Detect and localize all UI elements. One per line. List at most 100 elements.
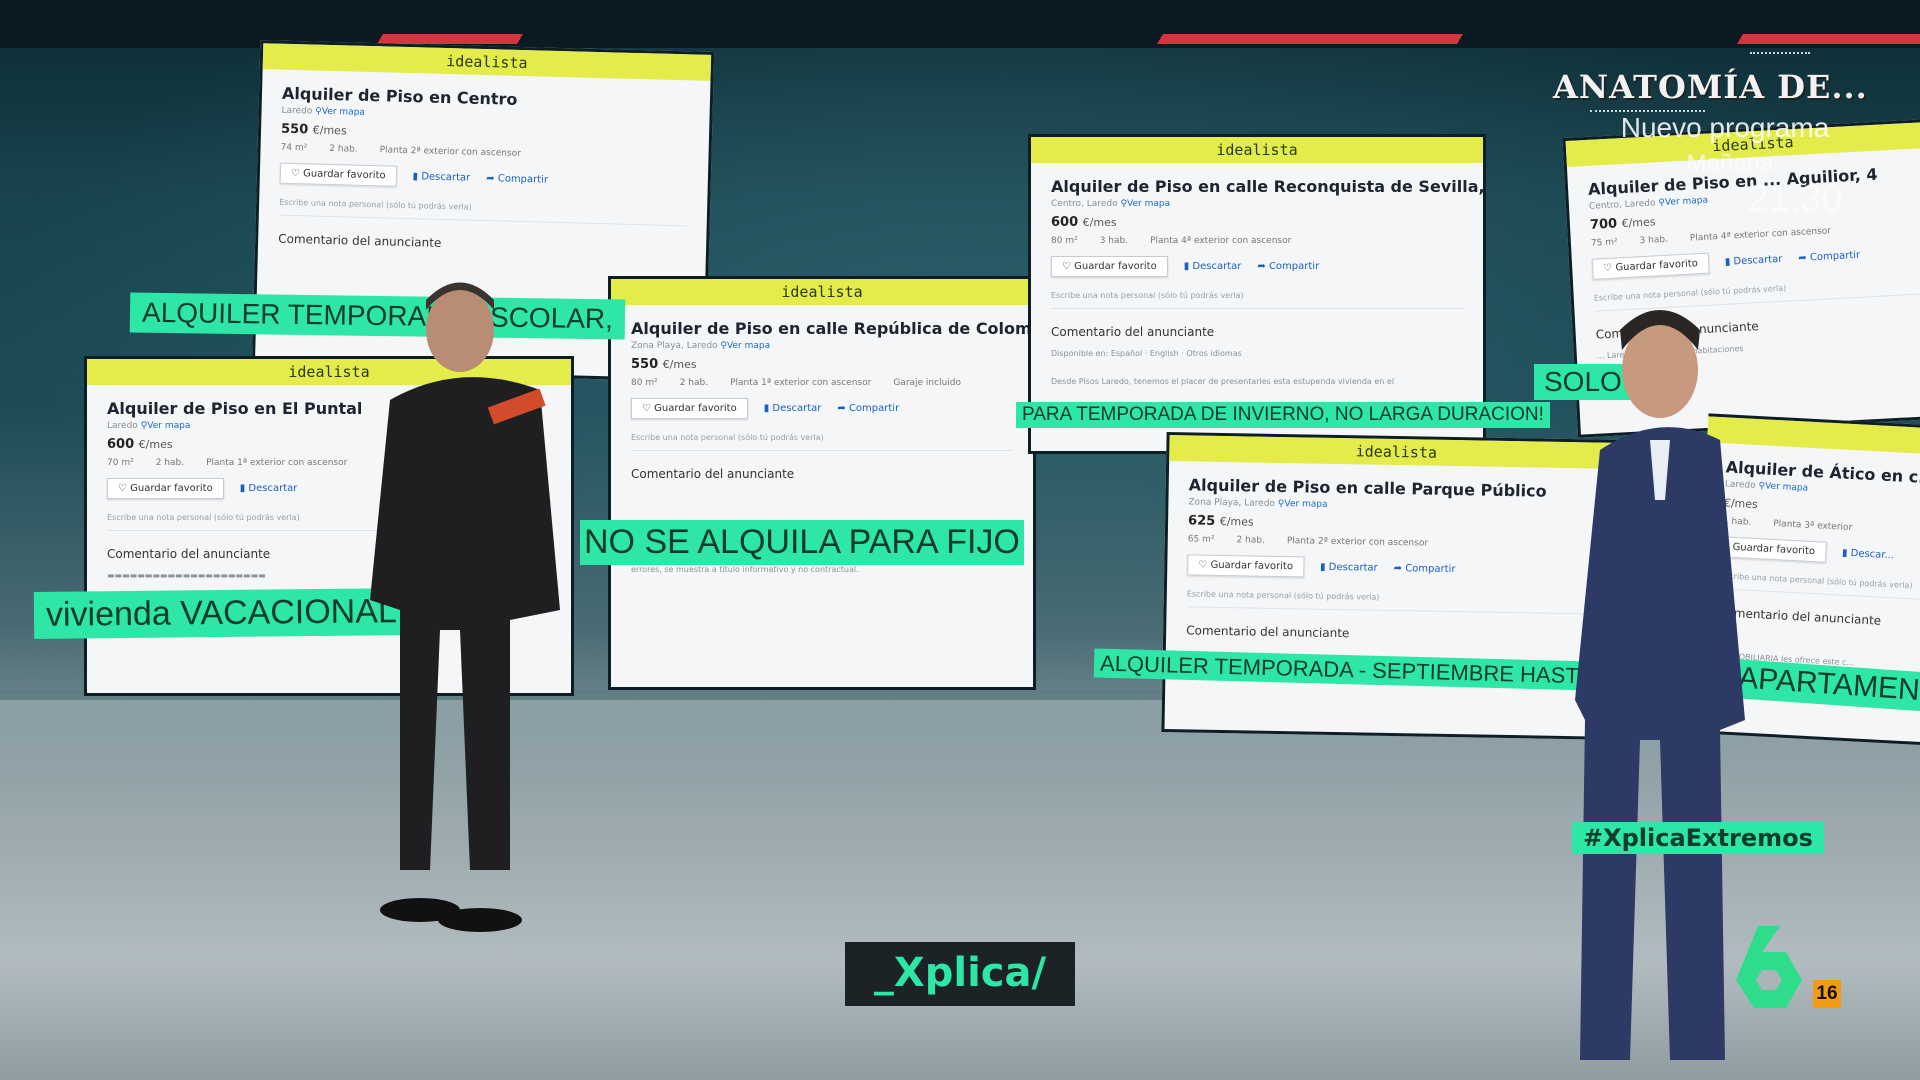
discard-link[interactable]: ▮ Descartar bbox=[240, 483, 298, 494]
listing-rooms: 2 hab. bbox=[155, 458, 185, 468]
listing-floor: Planta 2ª exterior con ascensor bbox=[379, 145, 521, 159]
map-link[interactable]: Ver mapa bbox=[1665, 196, 1709, 208]
save-favorite-label: Guardar favorito bbox=[654, 403, 737, 414]
share-label: Compartir bbox=[1268, 261, 1320, 272]
map-link[interactable]: Ver mapa bbox=[147, 421, 190, 431]
share-label: Compartir bbox=[497, 173, 549, 186]
ceiling-light-red bbox=[377, 34, 523, 44]
caption-highlight: PARA TEMPORADA DE INVIERNO, NO LARGA DUR… bbox=[1016, 402, 1550, 428]
save-favorite-button[interactable]: ♡ Guardar favorito bbox=[631, 398, 748, 419]
idealista-logo: idealista bbox=[1031, 137, 1483, 163]
trash-icon: ▮ bbox=[763, 403, 770, 414]
discard-link[interactable]: ▮ Descar... bbox=[1842, 548, 1895, 562]
save-favorite-button[interactable]: ♡ Guardar favorito bbox=[279, 162, 397, 187]
map-link[interactable]: Ver mapa bbox=[1127, 199, 1170, 209]
discard-label: Descartar bbox=[1192, 261, 1242, 272]
save-favorite-button[interactable]: ♡ Guardar favorito bbox=[1187, 554, 1305, 578]
listing-location: Centro, Laredo bbox=[1051, 199, 1118, 209]
trash-icon: ▮ bbox=[1724, 256, 1731, 268]
presenter-left bbox=[370, 282, 560, 932]
discard-label: Descartar bbox=[772, 403, 822, 414]
listing-area: 80 m² bbox=[631, 378, 658, 388]
listing-title[interactable]: Alquiler de Piso en calle República de C… bbox=[631, 319, 1033, 338]
trash-icon: ▮ bbox=[1183, 261, 1190, 272]
share-link[interactable]: ➦ Compartir bbox=[486, 173, 548, 186]
discard-label: Descartar bbox=[1733, 253, 1783, 268]
save-favorite-button[interactable]: ♡ Guardar favorito bbox=[1591, 252, 1710, 280]
listing-location: Zona Playa, Laredo bbox=[631, 341, 718, 351]
listing-floor: Planta 1ª exterior con ascensor bbox=[206, 458, 348, 468]
share-link[interactable]: ➦ Compartir bbox=[1798, 250, 1860, 264]
promo-time: 21.30 bbox=[1747, 178, 1843, 220]
listing-floor: Planta 3ª exterior bbox=[1772, 518, 1853, 534]
share-label: Compartir bbox=[848, 403, 900, 414]
discard-link[interactable]: ▮ Descartar bbox=[1725, 254, 1783, 268]
trash-icon: ▮ bbox=[239, 483, 246, 494]
lasexta-logo-icon bbox=[1736, 926, 1802, 1008]
listing-area: 70 m² bbox=[107, 458, 134, 468]
heart-icon: ♡ bbox=[290, 167, 301, 180]
price-unit: €/mes bbox=[1621, 215, 1656, 231]
personal-note-input[interactable]: Escribe una nota personal (sólo tú podrá… bbox=[278, 197, 688, 227]
listing-location: Centro, Laredo bbox=[1588, 198, 1656, 212]
listing-rooms: 3 hab. bbox=[1099, 236, 1129, 246]
advertiser-comment-heading: Comentario del anunciante bbox=[1051, 325, 1215, 339]
idealista-logo: idealista bbox=[611, 279, 1033, 305]
trash-icon: ▮ bbox=[1319, 561, 1326, 573]
discard-label: Descartar bbox=[1328, 561, 1378, 574]
share-link[interactable]: ➦ Compartir bbox=[837, 403, 899, 414]
share-arrow-icon: ➦ bbox=[837, 403, 846, 414]
advertiser-comment-text: Desde Pisos Laredo, tenemos el placer de… bbox=[1051, 377, 1395, 386]
promo-show-title: ANATOMÍA DE... bbox=[1553, 68, 1868, 106]
trash-icon: ▮ bbox=[1841, 547, 1848, 559]
listing-area: 74 m² bbox=[280, 142, 308, 154]
share-link[interactable]: ➦ Compartir bbox=[1394, 563, 1456, 575]
personal-note-input[interactable]: Escribe una nota personal (sólo tú podrá… bbox=[1186, 589, 1601, 615]
save-favorite-label: Guardar favorito bbox=[1210, 559, 1294, 573]
save-favorite-label: Guardar favorito bbox=[130, 483, 213, 494]
listing-card: idealista Alquiler de Piso en calle Repú… bbox=[608, 276, 1036, 690]
listing-title[interactable]: Alquiler de Piso en calle Reconquista de… bbox=[1051, 177, 1483, 196]
personal-note-input[interactable]: Escribe una nota personal (sólo tú podrá… bbox=[631, 433, 1013, 451]
map-link[interactable]: Ver mapa bbox=[1284, 499, 1327, 510]
discard-link[interactable]: ▮ Descartar bbox=[1320, 562, 1378, 574]
promo-line-day: Mañana bbox=[1686, 150, 1774, 177]
hashtag-badge: #XplicaExtremos bbox=[1572, 822, 1824, 854]
listing-area: 75 m² bbox=[1590, 237, 1618, 249]
share-link[interactable]: ➦ Compartir bbox=[1257, 261, 1319, 272]
map-link[interactable]: Ver mapa bbox=[322, 107, 365, 118]
listing-location: Laredo bbox=[107, 421, 138, 431]
promo-dotted-line bbox=[1750, 52, 1810, 54]
listing-rooms: 2 hab. bbox=[329, 143, 358, 155]
share-arrow-icon: ➦ bbox=[486, 173, 495, 185]
listing-extra: Garaje incluido bbox=[893, 378, 962, 388]
share-arrow-icon: ➦ bbox=[1257, 261, 1266, 272]
save-favorite-label: Guardar favorito bbox=[302, 168, 386, 182]
save-favorite-button[interactable]: ♡ Guardar favorito bbox=[1051, 256, 1168, 277]
listing-floor: Planta 2ª exterior con ascensor bbox=[1286, 536, 1429, 549]
price-unit: €/mes bbox=[1082, 216, 1117, 229]
listing-price: 625 bbox=[1187, 513, 1216, 529]
trash-icon: ▮ bbox=[412, 171, 419, 183]
price-unit: €/mes bbox=[1219, 514, 1254, 529]
heart-icon: ♡ bbox=[642, 403, 651, 414]
discard-link[interactable]: ▮ Descartar bbox=[764, 403, 822, 414]
presenter-suit bbox=[1575, 427, 1745, 1061]
listing-price: 550 bbox=[631, 357, 659, 372]
ceiling-light-red bbox=[1737, 34, 1920, 44]
comment-language-selector[interactable]: Disponible en: Español · English · Otros… bbox=[1051, 347, 1463, 361]
personal-note-input[interactable]: Escribe una nota personal (sólo tú podrá… bbox=[1051, 291, 1463, 309]
discard-link[interactable]: ▮ Descartar bbox=[1184, 261, 1242, 272]
listing-floor: Planta 4ª exterior con ascensor bbox=[1150, 236, 1292, 246]
listing-location: Zona Playa, Laredo bbox=[1188, 497, 1276, 509]
save-favorite-button[interactable]: ♡ Guardar favorito bbox=[107, 478, 224, 499]
map-link[interactable]: Ver mapa bbox=[727, 341, 770, 351]
discard-label: Descartar bbox=[421, 171, 471, 184]
discard-link[interactable]: ▮ Descartar bbox=[412, 171, 470, 184]
presenter-body bbox=[370, 377, 560, 870]
listing-rooms: 3 hab. bbox=[1639, 234, 1669, 247]
listing-rooms: 2 hab. bbox=[679, 378, 709, 388]
share-arrow-icon: ➦ bbox=[1393, 562, 1403, 575]
listing-price: 700 bbox=[1589, 216, 1618, 233]
heart-icon: ♡ bbox=[1198, 559, 1208, 571]
